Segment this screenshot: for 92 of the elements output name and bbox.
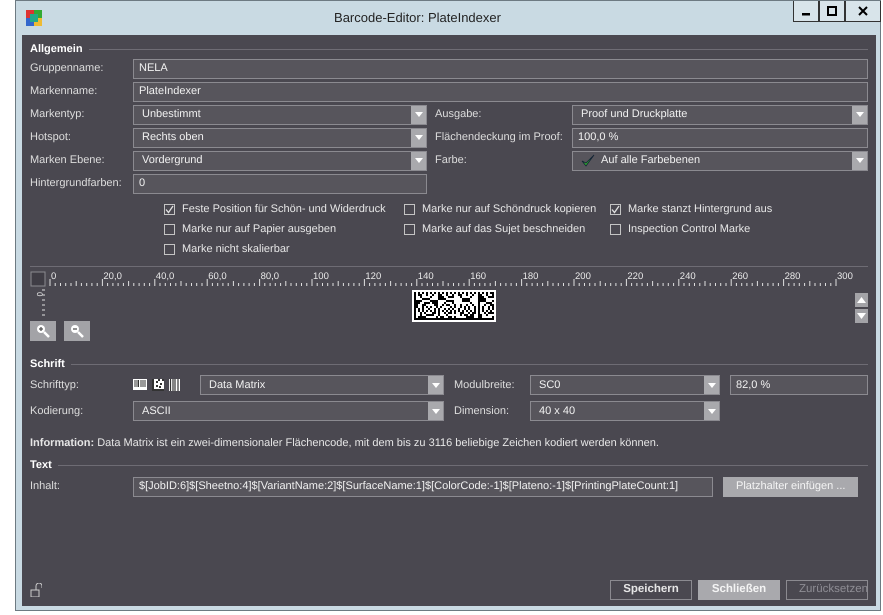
dropdown[interactable]: Rechts oben	[133, 128, 427, 148]
checkbox-label: Marke nicht skalierbar	[182, 242, 290, 258]
dropdown-arrow-icon	[854, 157, 864, 164]
close-button[interactable]	[845, 1, 881, 22]
minimize-button[interactable]	[793, 1, 819, 22]
down-arrow-icon	[857, 313, 866, 319]
field-label: Hotspot:	[30, 130, 72, 146]
field-label: Kodierung:	[30, 404, 84, 419]
text-field[interactable]: PlateIndexer	[133, 82, 868, 102]
barcode-icon[interactable]	[133, 379, 147, 390]
field-label: Modulbreite:	[454, 378, 516, 393]
minimize-icon	[801, 12, 811, 16]
ruler-label: 0	[35, 292, 44, 296]
window-title: Barcode-Editor: PlateIndexer	[334, 10, 501, 26]
unlocked-lock-icon[interactable]	[30, 583, 42, 597]
text-field[interactable]: $[JobID:6]$[Sheetno:4]$[VariantName:2]$[SurfaceName:1]$[ColorCode:-1]$[Plateno:-1]$[PrintingPlateCount:1]	[133, 476, 713, 496]
dialog-button[interactable]: Speichern	[610, 580, 692, 600]
ruler-corner	[30, 272, 46, 286]
ruler-label: 260	[732, 271, 748, 282]
ruler-label: 80,0	[260, 271, 280, 282]
maximize-button[interactable]	[819, 1, 845, 22]
dropdown[interactable]: Proof und Druckplatte	[572, 104, 868, 124]
checkbox-label: Marke nur auf Papier ausgeben	[182, 222, 336, 238]
field-label: Farbe:	[435, 153, 468, 168]
text-field[interactable]: 82,0 %	[730, 375, 868, 395]
checkbox-label: Inspection Control Marke	[628, 222, 750, 238]
field-label: Hintergrundfarben:	[30, 176, 123, 192]
field-label: Flächendeckung im Proof:	[435, 130, 564, 146]
section-heading: Schrift	[30, 356, 65, 372]
field-label: Dimension:	[454, 404, 510, 419]
checkbox-label: Feste Position für Schön- und Widerdruck	[182, 202, 386, 218]
checkbox[interactable]	[164, 244, 175, 255]
text-field[interactable]: 100,0 %	[572, 128, 868, 148]
checkbox[interactable]	[610, 204, 621, 215]
checkbox[interactable]	[610, 224, 621, 235]
dropdown-arrow-icon	[706, 382, 716, 388]
matrix-code-icon[interactable]	[152, 379, 164, 391]
dropdown[interactable]: Vordergrund	[133, 150, 427, 170]
ruler-label: 140	[418, 271, 434, 282]
dropdown-arrow-icon	[414, 134, 424, 141]
ruler-label: 40,0	[156, 271, 174, 282]
dropdown[interactable]: 40 x 40	[530, 401, 720, 421]
barcode-icon[interactable]	[169, 379, 180, 391]
check-icon	[581, 154, 595, 167]
dropdown-arrow-icon	[430, 408, 440, 414]
close-icon	[858, 6, 868, 16]
up-arrow-icon	[857, 297, 866, 303]
ruler-label: 60,0	[208, 271, 227, 282]
ruler-label: 20,0	[103, 271, 122, 282]
field-label: Schrifttyp:	[30, 378, 80, 393]
dropdown-arrow-icon	[430, 382, 440, 388]
ruler-label: 300	[837, 271, 853, 282]
section-heading: Text	[30, 458, 52, 474]
checkbox[interactable]	[404, 204, 415, 215]
dropdown[interactable]: Data Matrix	[200, 375, 444, 395]
app-icon	[26, 10, 42, 26]
ruler-label: 160	[470, 271, 486, 282]
dropdown[interactable]: SC0	[530, 375, 720, 395]
ruler-label: 100	[313, 271, 329, 282]
ruler-label: 240	[680, 271, 696, 282]
zoom-out-icon	[70, 324, 84, 338]
dropdown-arrow-icon	[414, 111, 424, 118]
section-heading: Allgemein	[30, 42, 83, 57]
dropdown-arrow-icon	[854, 111, 864, 118]
field-label: Inhalt:	[30, 479, 61, 494]
ruler-label: 200	[575, 271, 591, 282]
dropdown[interactable]: ASCII	[133, 401, 444, 421]
ruler-label: 180	[522, 271, 538, 282]
text-field[interactable]: NELA	[133, 58, 868, 78]
field-label: Marken Ebene:	[30, 153, 106, 168]
ruler-label: 120	[365, 271, 382, 282]
ruler-label: 280	[784, 271, 800, 282]
checkbox[interactable]	[404, 224, 415, 235]
checkbox-label: Marke stanzt Hintergrund aus	[628, 202, 772, 218]
checkbox[interactable]	[164, 224, 175, 235]
information-text: Information: Data Matrix ist ein zwei-dimensionaler Flächencode, mit dem bis zu 3116 beliebige Zeichen kodiert werden können.	[30, 436, 660, 451]
field-label: Gruppenname:	[30, 61, 104, 76]
dropdown-arrow-icon	[706, 408, 716, 414]
checkbox-label: Marke nur auf Schöndruck kopieren	[422, 202, 596, 218]
dropdown[interactable]: Unbestimmt	[133, 104, 427, 124]
field-label: Markentyp:	[30, 107, 86, 122]
checkbox-label: Marke auf das Sujet beschneiden	[422, 222, 586, 238]
field-label: Markenname:	[30, 84, 98, 100]
field-label: Ausgabe:	[435, 107, 482, 122]
dropdown-arrow-icon	[414, 157, 424, 164]
zoom-in-icon	[36, 324, 50, 338]
ruler-label: 220	[627, 271, 644, 282]
dropdown[interactable]: Auf alle Farbebenen	[572, 150, 868, 170]
text-field[interactable]: 0	[133, 174, 427, 194]
maximize-icon	[827, 6, 837, 16]
checkbox[interactable]	[164, 204, 175, 215]
ruler-label: 0	[51, 271, 56, 282]
